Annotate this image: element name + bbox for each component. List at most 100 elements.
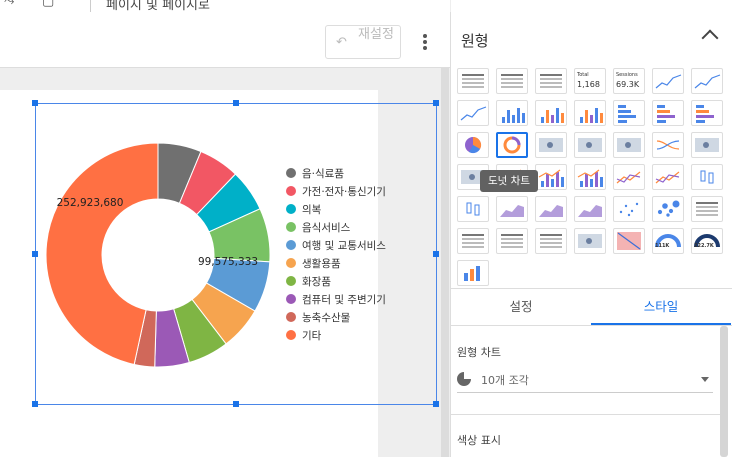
geo-chart-icon [539, 138, 563, 152]
dropdown-arrow-icon [701, 377, 709, 382]
chart-type-bubble-map-chart[interactable] [691, 132, 723, 158]
legend-label: 농축수산물 [302, 311, 351, 324]
chart-type-google-maps-chart[interactable] [613, 132, 645, 158]
chart-type-line-chart[interactable] [652, 68, 684, 94]
chart-type-bubble-chart[interactable] [652, 196, 684, 222]
more-options-icon[interactable] [418, 32, 432, 52]
table-heatmap-chart-icon [501, 74, 523, 88]
chart-type-time-series-chart[interactable] [457, 100, 489, 126]
resize-handle[interactable] [233, 401, 239, 407]
chart-type-sankey-chart[interactable] [652, 132, 684, 158]
pivot-bars-chart-icon [501, 234, 523, 248]
donut-slice[interactable] [45, 142, 159, 366]
tab-style[interactable]: 스타일 [591, 289, 731, 325]
chart-type-gauge-chart[interactable]: 111K [652, 228, 684, 254]
gauge-chart-icon [655, 234, 681, 248]
chart-type-pivot-table-chart[interactable] [691, 196, 723, 222]
chart-type-column-line-chart[interactable] [574, 164, 606, 190]
chart-type-scorecard-compact-chart[interactable]: Sessions 69.3K [613, 68, 645, 94]
pivot-heatmap-chart-icon [462, 234, 484, 248]
stacked-area-chart-icon [539, 205, 563, 217]
chart-type-waterfall-alt-chart[interactable] [457, 260, 489, 286]
chart-type-bullet-chart[interactable] [535, 228, 567, 254]
legend-item: 가전·전자·통신기기 [286, 182, 386, 200]
legend-label: 생활용품 [302, 257, 341, 270]
chart-type-stacked-bar-chart[interactable] [652, 100, 684, 126]
resize-handle[interactable] [433, 100, 439, 106]
geo-filled-chart-icon [578, 138, 602, 152]
chart-type-gauge-alt-chart[interactable]: 222.7K [691, 228, 723, 254]
page-icon[interactable]: ▢ [42, 0, 54, 9]
legend-item: 여행 및 교통서비스 [286, 236, 386, 254]
chart-type-smoothed-line-chart[interactable] [691, 68, 723, 94]
legend-swatch [286, 204, 296, 214]
donut-chart[interactable]: 252,923,680 99,575,333 [40, 137, 276, 373]
chart-type-geo-filled-chart[interactable] [574, 132, 606, 158]
canvas-toolbar: ↶ 재설정 [0, 12, 450, 68]
chart-legend: 음·식료품 가전·전자·통신기기 의복 음식서비스 여행 및 교통서비스 생활용품 화장품 컴… [286, 164, 386, 344]
legend-swatch [286, 294, 296, 304]
pie-chart-section-label: 원형 차트 [457, 346, 501, 359]
chart-type-treemap-chart[interactable] [574, 228, 606, 254]
chart-type-scorecard-chart[interactable]: Total 1,168 [574, 68, 606, 94]
share-icon[interactable]: ⤳ [4, 0, 14, 9]
bubble-map-chart-icon [695, 138, 719, 152]
100-bar-chart-icon [696, 105, 714, 123]
table-chart-icon [462, 74, 484, 88]
chart-type-stacked-column-chart[interactable] [535, 100, 567, 126]
panel-scrollbar[interactable] [720, 326, 728, 457]
chart-type-scatter-chart[interactable] [613, 196, 645, 222]
tile-text: Total [577, 72, 589, 78]
resize-handle[interactable] [32, 251, 38, 257]
reset-button[interactable]: ↶ 재설정 [325, 25, 401, 59]
page-nav-label[interactable]: 페이지 및 페이지로 [106, 0, 210, 12]
slice-count-select[interactable]: 10개 조각 [457, 366, 713, 393]
legend-swatch [286, 168, 296, 178]
chart-type-geo-chart[interactable] [535, 132, 567, 158]
tab-setup[interactable]: 설정 [451, 289, 591, 325]
legend-swatch [286, 186, 296, 196]
resize-handle[interactable] [433, 251, 439, 257]
top-toolbar: ⤳ ▢ 페이지 및 페이지로 [0, 0, 450, 12]
chart-type-pivot-heatmap-chart[interactable] [457, 228, 489, 254]
bar-chart-icon [618, 105, 636, 123]
chart-type-waterfall-chart[interactable] [613, 228, 645, 254]
resize-handle[interactable] [32, 100, 38, 106]
chart-type-100-area-chart[interactable] [574, 196, 606, 222]
chart-type-100-column-chart[interactable] [574, 100, 606, 126]
stacked-column-chart-icon [541, 108, 564, 123]
chart-type-area-chart[interactable] [496, 196, 528, 222]
chart-type-candlestick-chart[interactable] [691, 164, 723, 190]
resize-handle[interactable] [433, 401, 439, 407]
chart-type-table-bars-chart[interactable] [535, 68, 567, 94]
chart-type-pivot-bars-chart[interactable] [496, 228, 528, 254]
chart-type-boxplot-chart[interactable] [457, 196, 489, 222]
tile-text: 69.3K [616, 80, 640, 89]
collapse-chevron-icon[interactable] [701, 29, 719, 47]
slice-count-value: 10개 조각 [481, 374, 529, 387]
donut-chart-icon [503, 136, 521, 154]
pie-chart-icon [465, 136, 482, 154]
canvas-scrollbar[interactable] [441, 68, 449, 457]
resize-handle[interactable] [32, 401, 38, 407]
chart-type-area-line-chart[interactable] [613, 164, 645, 190]
chart-type-stacked-area-chart[interactable] [535, 196, 567, 222]
chart-type-table-heatmap-chart[interactable] [496, 68, 528, 94]
resize-handle[interactable] [233, 100, 239, 106]
chart-type-stacked-combo-chart[interactable] [535, 164, 567, 190]
100-column-chart-icon [580, 108, 603, 123]
chart-type-table-chart[interactable] [457, 68, 489, 94]
google-maps-chart-icon [617, 138, 641, 152]
legend-label: 가전·전자·통신기기 [302, 185, 386, 198]
divider [90, 0, 91, 12]
panel-title: 원형 [461, 32, 489, 50]
chart-type-donut-chart[interactable] [496, 132, 528, 158]
chart-type-dual-line-chart[interactable] [652, 164, 684, 190]
table-bars-chart-icon [540, 74, 562, 88]
chart-type-100-bar-chart[interactable] [691, 100, 723, 126]
candlestick-chart-icon [700, 170, 714, 184]
legend-item: 화장품 [286, 272, 386, 290]
chart-type-column-chart[interactable] [496, 100, 528, 126]
chart-type-pie-chart[interactable] [457, 132, 489, 158]
chart-type-bar-chart[interactable] [613, 100, 645, 126]
